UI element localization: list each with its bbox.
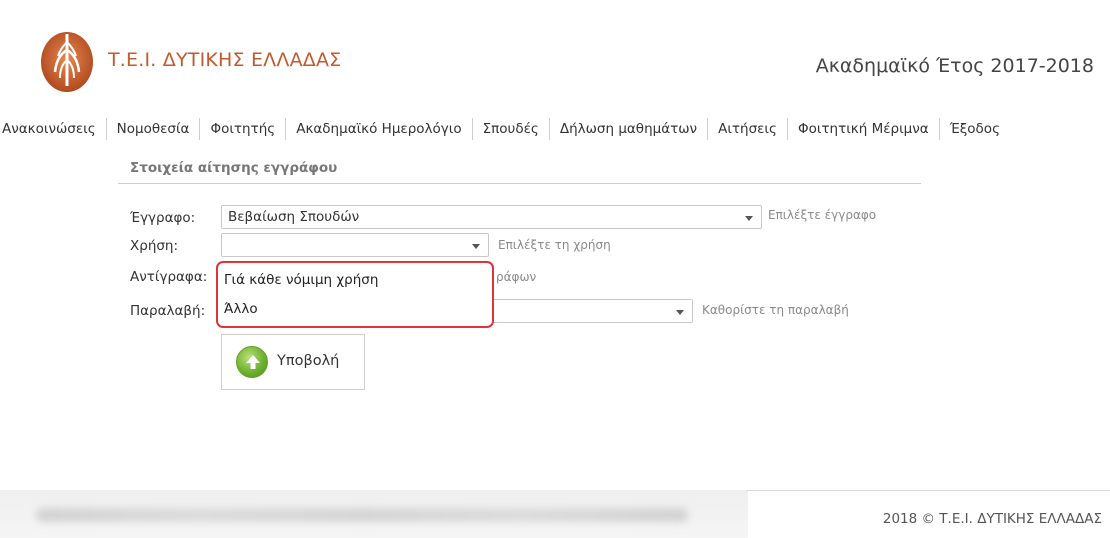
nav-item-academic-calendar[interactable]: Ακαδημαϊκό Ημερολόγιο xyxy=(286,116,471,142)
section-title: Στοιχεία αίτησης εγγράφου xyxy=(130,160,338,176)
usage-option-any-legal-use[interactable]: Γιά κάθε νόμιμη χρήση xyxy=(224,272,378,288)
submit-label: Υποβολή xyxy=(277,353,340,369)
usage-select[interactable] xyxy=(221,233,489,257)
chevron-down-icon xyxy=(745,216,753,221)
footer-blurred-text xyxy=(36,508,688,522)
usage-dropdown-menu: Γιά κάθε νόμιμη χρήση Άλλο xyxy=(216,261,494,328)
main-nav: Ανακοινώσεις Νομοθεσία Φοιτητής Ακαδημαϊ… xyxy=(0,116,1110,142)
nav-item-logout[interactable]: Έξοδος xyxy=(940,116,1010,142)
nav-item-student[interactable]: Φοιτητής xyxy=(200,116,285,142)
copies-hint-partial: ράφων xyxy=(496,270,537,284)
delivery-hint: Καθορίστε τη παραλαβή xyxy=(702,303,849,317)
copies-label: Αντίγραφα: xyxy=(130,269,208,285)
usage-option-other[interactable]: Άλλο xyxy=(224,301,258,317)
nav-item-studies[interactable]: Σπουδές xyxy=(473,116,549,142)
nav-item-applications[interactable]: Αιτήσεις xyxy=(708,116,787,142)
document-select-value: Βεβαίωση Σπουδών xyxy=(228,209,360,225)
tei-logo-icon[interactable] xyxy=(36,28,98,96)
document-label: Έγγραφο: xyxy=(130,210,196,226)
submit-button[interactable]: Υποβολή xyxy=(221,334,365,390)
delivery-label: Παραλαβή: xyxy=(130,303,206,319)
usage-label: Χρήση: xyxy=(130,238,179,254)
chevron-down-icon xyxy=(472,244,480,249)
nav-item-announcements[interactable]: Ανακοινώσεις xyxy=(0,116,106,142)
document-select[interactable]: Βεβαίωση Σπουδών xyxy=(221,205,762,229)
section-divider xyxy=(118,183,921,184)
usage-hint: Επιλέξτε τη χρήση xyxy=(498,238,611,252)
footer-copyright: 2018 © Τ.Ε.Ι. ΔΥΤΙΚΗΣ ΕΛΛΑΔΑΣ xyxy=(882,511,1102,527)
nav-item-legislation[interactable]: Νομοθεσία xyxy=(107,116,200,142)
nav-item-student-welfare[interactable]: Φοιτητική Μέριμνα xyxy=(788,116,939,142)
document-hint: Επιλέξτε έγγραφο xyxy=(768,208,877,222)
footer-divider xyxy=(746,490,1110,491)
academic-year: Ακαδημαϊκό Έτος 2017-2018 xyxy=(815,55,1094,77)
chevron-down-icon xyxy=(676,310,684,315)
up-arrow-icon xyxy=(236,346,268,378)
header: Τ.Ε.Ι. ΔΥΤΙΚΗΣ ΕΛΛΑΔΑΣ Ακαδημαϊκό Έτος 2… xyxy=(0,0,1110,110)
site-title[interactable]: Τ.Ε.Ι. ΔΥΤΙΚΗΣ ΕΛΛΑΔΑΣ xyxy=(108,49,341,71)
nav-item-course-registration[interactable]: Δήλωση μαθημάτων xyxy=(550,116,707,142)
